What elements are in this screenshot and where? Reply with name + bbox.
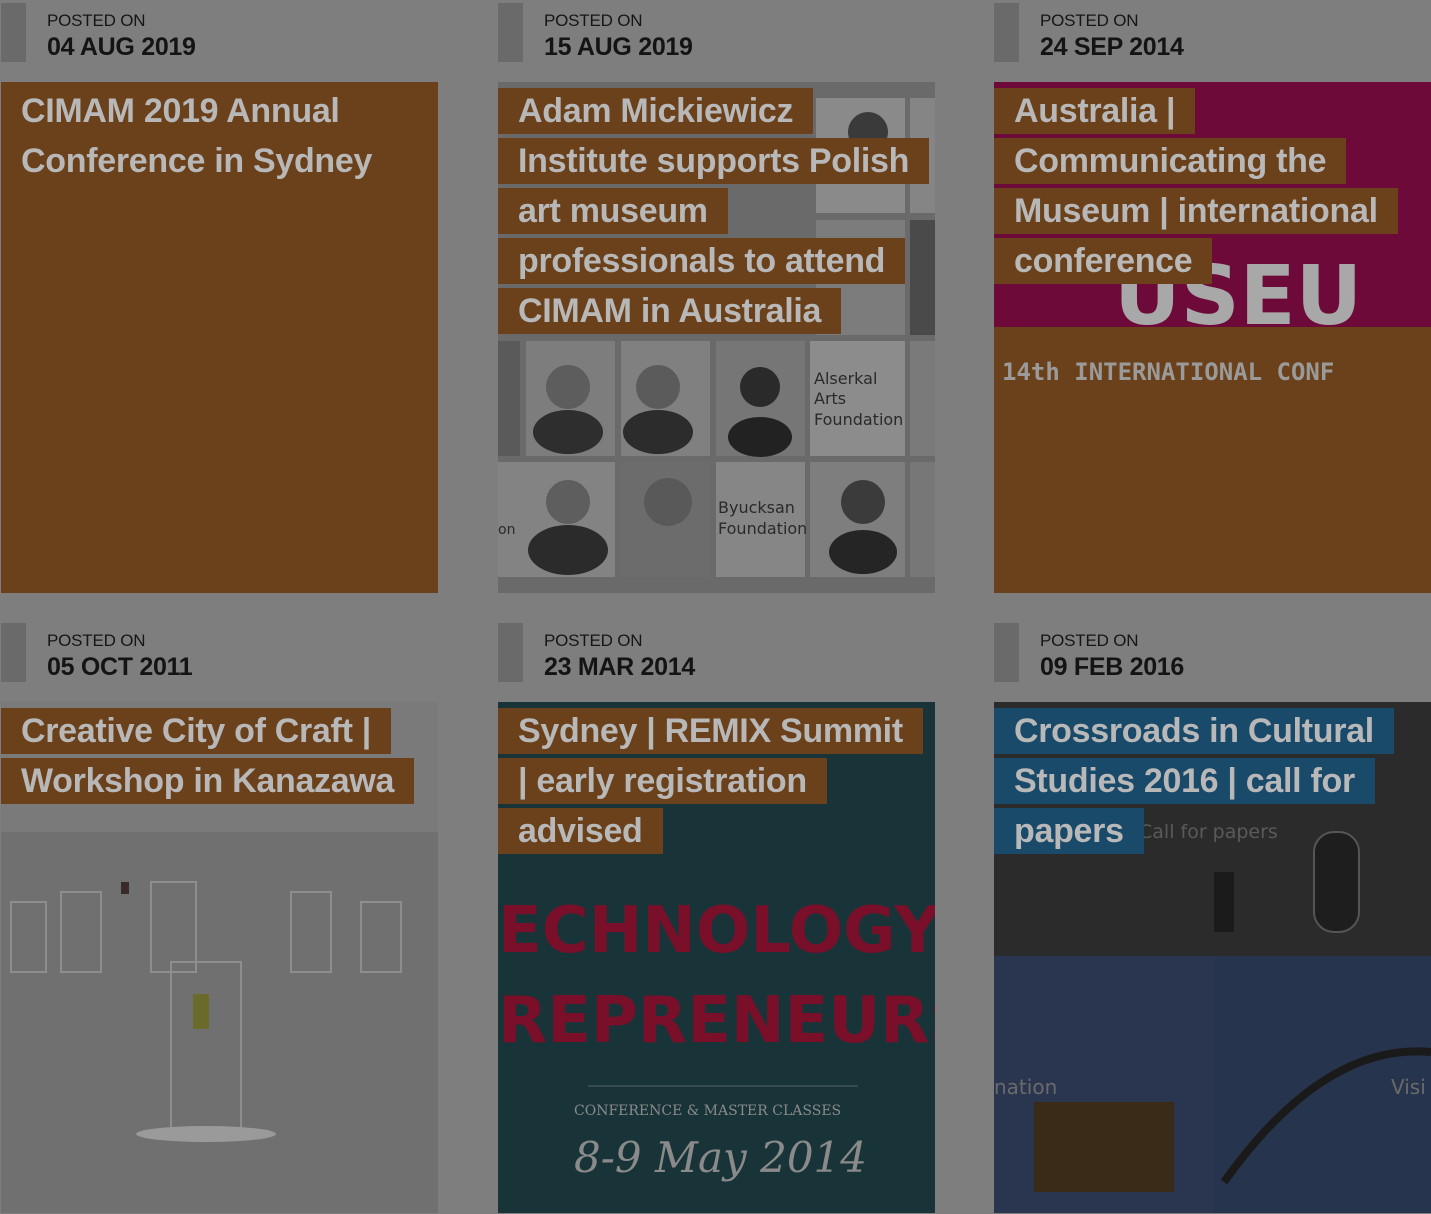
- post-date: 24 SEP 2014: [1040, 33, 1184, 61]
- post-date: 05 OCT 2011: [47, 653, 193, 681]
- image-right-text: Visi: [1391, 1075, 1426, 1099]
- image-left-text: nation: [994, 1075, 1057, 1099]
- post-thumbnail[interactable]: Call for papers nation Visi Crossroads i…: [994, 702, 1431, 1213]
- image-line2: REPRENEURS: [498, 984, 935, 1058]
- post-title[interactable]: Australia | Communicating the Museum | i…: [994, 86, 1414, 286]
- post-card[interactable]: POSTED ON 05 OCT 2011 Creative City of C…: [1, 620, 438, 1213]
- post-meta: POSTED ON 15 AUG 2019: [498, 0, 935, 62]
- image-org2-line1: Byucksan: [718, 498, 795, 517]
- post-title[interactable]: CIMAM 2019 Annual Conference in Sydney: [1, 86, 421, 186]
- post-thumbnail[interactable]: Alserkal Arts Foundation Byucksan Founda…: [498, 82, 935, 593]
- post-card[interactable]: POSTED ON 15 AUG 2019 Alserkal Arts Foun…: [498, 0, 935, 593]
- post-date: 15 AUG 2019: [544, 33, 693, 61]
- post-thumbnail[interactable]: ECHNOLOGY REPRENEURS CONFERENCE & MASTER…: [498, 702, 935, 1213]
- post-title[interactable]: Crossroads in Cultural Studies 2016 | ca…: [994, 706, 1414, 856]
- post-date: 04 AUG 2019: [47, 33, 196, 61]
- post-title[interactable]: Adam Mickiewicz Institute supports Polis…: [498, 86, 930, 336]
- image-org1-line2: Arts: [814, 389, 846, 408]
- posted-on-label: POSTED ON: [544, 631, 643, 650]
- post-title[interactable]: Sydney | REMIX Summit | early registrati…: [498, 706, 923, 856]
- post-meta: POSTED ON 05 OCT 2011: [1, 620, 438, 682]
- meta-accent-bar: [1, 623, 26, 682]
- post-card[interactable]: POSTED ON 09 FEB 2016 Call for papers na…: [994, 620, 1431, 1213]
- posted-on-label: POSTED ON: [47, 631, 146, 650]
- image-line3: CONFERENCE & MASTER CLASSES: [574, 1103, 841, 1119]
- image-conference-text: 14th INTERNATIONAL CONF: [1002, 358, 1334, 386]
- meta-accent-bar: [994, 3, 1019, 62]
- post-thumbnail[interactable]: USEU 14th INTERNATIONAL CONF Australia |…: [994, 82, 1431, 593]
- image-org2-line2: Foundation: [718, 519, 807, 538]
- image-org1-line1: Alserkal: [814, 369, 877, 388]
- meta-accent-bar: [498, 623, 523, 682]
- image-line1: ECHNOLOGY: [498, 894, 935, 968]
- post-title[interactable]: Creative City of Craft | Workshop in Kan…: [1, 706, 421, 806]
- post-thumbnail[interactable]: CIMAM 2019 Annual Conference in Sydney: [1, 82, 438, 593]
- image-line4: 8-9 May 2014: [574, 1133, 867, 1182]
- meta-accent-bar: [1, 3, 26, 62]
- post-date: 09 FEB 2016: [1040, 653, 1185, 681]
- posted-on-label: POSTED ON: [544, 11, 643, 30]
- post-meta: POSTED ON 09 FEB 2016: [994, 620, 1431, 682]
- meta-accent-bar: [498, 3, 523, 62]
- post-meta: POSTED ON 04 AUG 2019: [1, 0, 438, 62]
- post-card[interactable]: POSTED ON 04 AUG 2019 CIMAM 2019 Annual …: [1, 0, 438, 593]
- post-card[interactable]: POSTED ON 23 MAR 2014 ECHNOLOGY REPRENEU…: [498, 620, 935, 1213]
- post-thumbnail[interactable]: Creative City of Craft | Workshop in Kan…: [1, 702, 438, 1213]
- post-card[interactable]: POSTED ON 24 SEP 2014 USEU 14th INTERNAT…: [994, 0, 1431, 593]
- post-meta: POSTED ON 24 SEP 2014: [994, 0, 1431, 62]
- meta-accent-bar: [994, 623, 1019, 682]
- post-meta: POSTED ON 23 MAR 2014: [498, 620, 935, 682]
- posted-on-label: POSTED ON: [1040, 11, 1139, 30]
- posted-on-label: POSTED ON: [47, 11, 146, 30]
- image-org1-line3: Foundation: [814, 410, 903, 429]
- image-fragment-text: on: [498, 522, 515, 538]
- post-date: 23 MAR 2014: [544, 653, 695, 681]
- posted-on-label: POSTED ON: [1040, 631, 1139, 650]
